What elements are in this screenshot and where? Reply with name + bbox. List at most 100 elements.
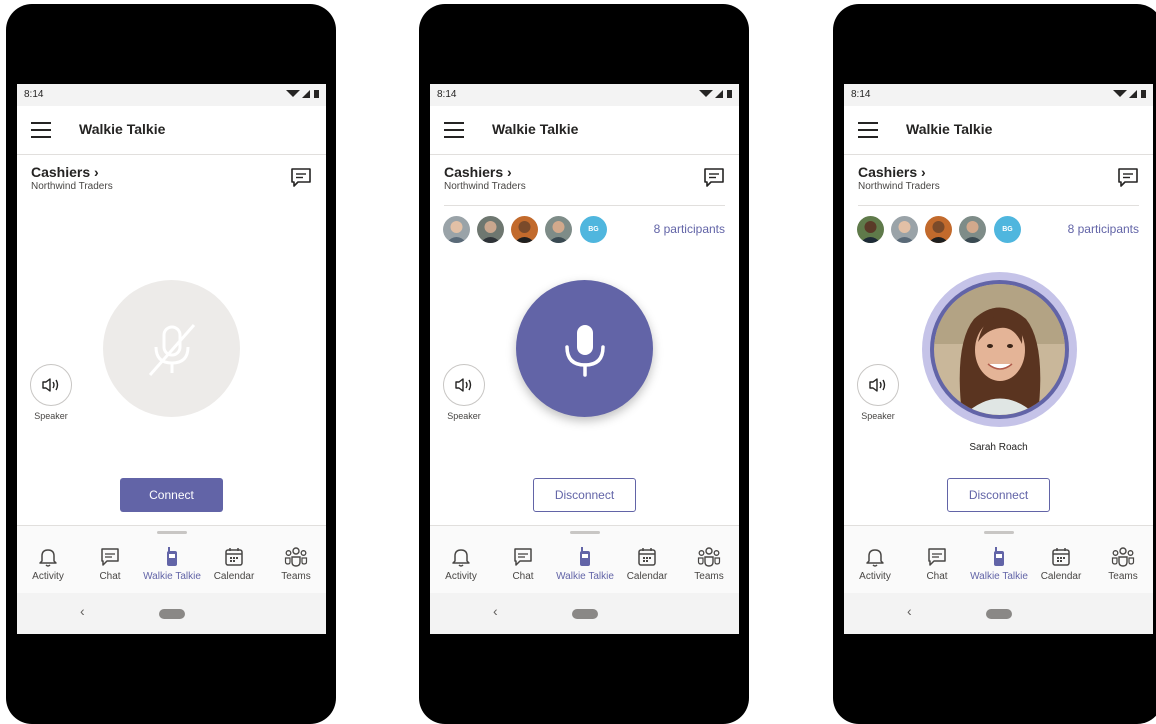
signal-battery-icon xyxy=(1113,90,1146,98)
back-icon[interactable]: ‹ xyxy=(907,603,912,619)
chat-icon xyxy=(928,548,946,566)
speaker-button[interactable] xyxy=(857,364,899,406)
avatar xyxy=(891,216,918,243)
signal-battery-icon xyxy=(286,90,319,98)
avatar xyxy=(443,216,470,243)
tab-teams[interactable]: Teams xyxy=(1092,546,1153,582)
app-bar: Walkie Talkie xyxy=(17,106,326,155)
drawer-handle[interactable] xyxy=(984,531,1014,534)
chat-icon xyxy=(514,548,532,566)
mic-muted-button xyxy=(103,280,240,417)
push-to-talk-button[interactable] xyxy=(516,280,653,417)
bell-icon xyxy=(866,549,884,567)
walkie-talkie-icon xyxy=(167,547,177,566)
tab-activity[interactable]: Activity xyxy=(430,546,492,582)
avatar-initials: BG xyxy=(994,216,1021,243)
channel-name: Cashiers xyxy=(31,164,91,180)
tab-activity[interactable]: Activity xyxy=(17,546,79,582)
tab-label: Calendar xyxy=(1040,571,1082,582)
channel-selector[interactable]: Cashiers › Northwind Traders xyxy=(858,164,940,192)
hamburger-menu-icon[interactable] xyxy=(444,122,464,138)
tab-calendar[interactable]: Calendar xyxy=(203,546,265,582)
avatar xyxy=(857,216,884,243)
tab-label: Calendar xyxy=(213,571,255,582)
home-pill[interactable] xyxy=(986,609,1012,619)
channel-selector[interactable]: Cashiers › Northwind Traders xyxy=(444,164,526,192)
avatar xyxy=(959,216,986,243)
speaking-user-photo xyxy=(934,284,1065,415)
calendar-icon xyxy=(225,548,243,566)
speaker-label: Speaker xyxy=(447,411,481,421)
hamburger-menu-icon[interactable] xyxy=(31,122,51,138)
bell-icon xyxy=(452,549,470,567)
participants-link[interactable]: 8 participants xyxy=(654,222,725,236)
avatar xyxy=(545,216,572,243)
hamburger-menu-icon[interactable] xyxy=(858,122,878,138)
tab-label: Teams xyxy=(281,571,311,582)
channel-selector[interactable]: Cashiers › Northwind Traders xyxy=(31,164,113,192)
app-bar: Walkie Talkie xyxy=(430,106,739,155)
phone-speaking: 8:14 Walkie Talkie Cashiers › Northwind … xyxy=(833,4,1156,724)
home-pill[interactable] xyxy=(159,609,185,619)
tab-walkie-talkie[interactable]: Walkie Talkie xyxy=(141,546,203,582)
tab-calendar[interactable]: Calendar xyxy=(616,546,678,582)
app-bar: Walkie Talkie xyxy=(844,106,1153,155)
channel-name: Cashiers xyxy=(858,164,918,180)
screen: 8:14 Walkie Talkie Cashiers › Northwind … xyxy=(844,84,1153,634)
avatar xyxy=(925,216,952,243)
channel-name-row: Cashiers › xyxy=(444,164,526,180)
drawer-handle[interactable] xyxy=(157,531,187,534)
status-time: 8:14 xyxy=(24,89,44,100)
walkie-talkie-icon xyxy=(994,547,1004,566)
tab-label: Chat xyxy=(99,571,121,582)
speaker-icon xyxy=(455,378,472,392)
bell-icon xyxy=(39,549,57,567)
back-icon[interactable]: ‹ xyxy=(493,603,498,619)
disconnect-button[interactable]: Disconnect xyxy=(947,478,1050,512)
status-time: 8:14 xyxy=(437,89,457,100)
tab-calendar[interactable]: Calendar xyxy=(1030,546,1092,582)
teams-icon xyxy=(697,547,721,567)
tab-chat[interactable]: Chat xyxy=(79,546,141,582)
participants-link[interactable]: 8 participants xyxy=(1068,222,1139,236)
tab-bar: Activity Chat Walkie Talkie Calendar Tea… xyxy=(430,525,739,594)
teams-icon xyxy=(1111,547,1135,567)
chat-icon xyxy=(101,548,119,566)
channel-chat-icon[interactable] xyxy=(1117,166,1139,188)
team-name: Northwind Traders xyxy=(444,181,526,192)
android-nav-bar: ‹ xyxy=(430,593,739,634)
tab-walkie-talkie[interactable]: Walkie Talkie xyxy=(968,546,1030,582)
disconnect-button[interactable]: Disconnect xyxy=(533,478,636,512)
drawer-handle[interactable] xyxy=(570,531,600,534)
tab-activity[interactable]: Activity xyxy=(844,546,906,582)
channel-chat-icon[interactable] xyxy=(290,166,312,188)
tab-walkie-talkie[interactable]: Walkie Talkie xyxy=(554,546,616,582)
walkie-talkie-icon xyxy=(580,547,590,566)
avatar xyxy=(511,216,538,243)
status-bar: 8:14 xyxy=(430,84,739,106)
speaker-control: Speaker xyxy=(443,364,485,421)
speaking-user-name: Sarah Roach xyxy=(969,442,1028,453)
speaker-control: Speaker xyxy=(857,364,899,421)
tab-teams[interactable]: Teams xyxy=(678,546,739,582)
tab-bar: Activity Chat Walkie Talkie Calendar Tea… xyxy=(17,525,326,594)
status-time: 8:14 xyxy=(851,89,871,100)
team-name: Northwind Traders xyxy=(31,181,113,192)
channel-name-row: Cashiers › xyxy=(858,164,940,180)
tab-label: Walkie Talkie xyxy=(143,571,201,582)
back-icon[interactable]: ‹ xyxy=(80,603,85,619)
tab-label: Walkie Talkie xyxy=(970,571,1028,582)
tab-label: Activity xyxy=(859,571,891,582)
tab-label: Chat xyxy=(512,571,534,582)
tab-label: Teams xyxy=(1108,571,1138,582)
tab-teams[interactable]: Teams xyxy=(265,546,326,582)
speaker-button[interactable] xyxy=(30,364,72,406)
chevron-right-icon: › xyxy=(507,164,512,180)
channel-chat-icon[interactable] xyxy=(703,166,725,188)
status-bar: 8:14 xyxy=(844,84,1153,106)
tab-chat[interactable]: Chat xyxy=(492,546,554,582)
home-pill[interactable] xyxy=(572,609,598,619)
tab-chat[interactable]: Chat xyxy=(906,546,968,582)
speaker-button[interactable] xyxy=(443,364,485,406)
connect-button[interactable]: Connect xyxy=(120,478,223,512)
